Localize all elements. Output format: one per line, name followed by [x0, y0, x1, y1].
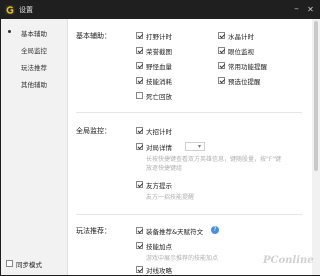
- logo-icon: [5, 5, 15, 15]
- option-label: 打野计时: [146, 33, 172, 41]
- checkbox-box[interactable]: [136, 143, 143, 150]
- option-label: 眼位监视: [228, 48, 254, 56]
- option-label: 野怪血量: [146, 63, 172, 71]
- sidebar-item-other[interactable]: 其他辅助: [1, 76, 67, 90]
- option-label: 大招计时: [146, 128, 172, 136]
- checkbox-box[interactable]: [136, 62, 143, 69]
- checkbox-box[interactable]: [218, 77, 225, 84]
- option-label: 友方提示: [146, 182, 172, 190]
- match-detail-hint-2: 放逐快捷键组: [146, 165, 183, 172]
- chevron-down-icon: ▾: [197, 143, 201, 150]
- recommend-section-title: 玩法推荐：: [76, 227, 111, 235]
- minimize-button[interactable]: –: [291, 4, 302, 15]
- detail-key-select[interactable]: ▾: [185, 142, 205, 151]
- title-bar: 设置 – ✕: [1, 1, 319, 19]
- section-divider: [76, 112, 302, 113]
- sidebar-item-recommend[interactable]: 玩法推荐: [1, 59, 67, 73]
- scrollbar-thumb[interactable]: [314, 21, 318, 171]
- checkbox-box[interactable]: [136, 242, 143, 249]
- close-button[interactable]: ✕: [305, 4, 316, 15]
- option-label: 装备推荐&天赋符文: [146, 228, 204, 236]
- option-label: 水晶计时: [228, 33, 254, 41]
- scrollbar[interactable]: [312, 19, 320, 275]
- ally-tips-hint: 友方一招技能提醒: [146, 194, 195, 201]
- sidebar-item-label: 玩法推荐: [21, 64, 47, 72]
- window-title: 设置: [19, 6, 33, 14]
- option-label: 对局详情: [146, 144, 172, 152]
- section-divider: [76, 214, 302, 215]
- option-label: 荣誉截图: [146, 48, 172, 56]
- option-label: 常用功能提醒: [228, 63, 267, 71]
- sidebar: 基本辅助 全局监控 玩法推荐 其他辅助 同步模式: [1, 19, 68, 275]
- sync-mode-label: 同步模式: [16, 261, 42, 269]
- option-label: 技能消耗: [146, 78, 172, 86]
- checkbox-box[interactable]: [6, 260, 13, 267]
- match-detail-hint: 长按快捷键查看双方英雄信息，键随股量，按"F"键: [146, 156, 281, 163]
- sidebar-item-monitor[interactable]: 全局监控: [1, 42, 67, 56]
- option-label: 预选位提醒: [228, 78, 261, 86]
- option-label: 技能加点: [146, 243, 172, 251]
- sidebar-item-label: 全局监控: [21, 47, 47, 55]
- option-label: 死亡回放: [146, 93, 172, 101]
- settings-content: 基本辅助： 打野计时 水晶计时 荣誉截图 眼位监视 野怪血量 常用功能提醒 技能…: [68, 19, 312, 275]
- checkbox-box[interactable]: [218, 32, 225, 39]
- checkbox-box[interactable]: [218, 62, 225, 69]
- active-indicator-icon: [8, 30, 11, 33]
- checkbox-box[interactable]: [136, 47, 143, 54]
- checkbox-box[interactable]: [136, 127, 143, 134]
- sidebar-item-basic[interactable]: 基本辅助: [1, 25, 67, 39]
- checkbox-box[interactable]: [218, 47, 225, 54]
- sidebar-item-label: 其他辅助: [21, 81, 47, 89]
- sidebar-item-label: 基本辅助: [21, 30, 47, 38]
- checkbox-box[interactable]: [136, 77, 143, 84]
- checkbox-box[interactable]: [136, 32, 143, 39]
- settings-window: 设置 – ✕ 基本辅助 全局监控 玩法推荐 其他辅助 同步模式 基本辅助： 打野…: [0, 0, 320, 276]
- checkbox-box[interactable]: [136, 92, 143, 99]
- question-icon[interactable]: ?: [211, 226, 219, 234]
- basic-section-title: 基本辅助：: [76, 32, 111, 40]
- option-label: 对线攻略: [146, 267, 172, 275]
- checkbox-box[interactable]: [136, 181, 143, 188]
- skill-points-hint: 游戏中展示推荐的技能加点: [146, 255, 219, 262]
- monitor-section-title: 全局监控：: [76, 127, 111, 135]
- watermark: PConline: [263, 255, 314, 266]
- checkbox-box[interactable]: [136, 266, 143, 273]
- checkbox-box[interactable]: [136, 227, 143, 234]
